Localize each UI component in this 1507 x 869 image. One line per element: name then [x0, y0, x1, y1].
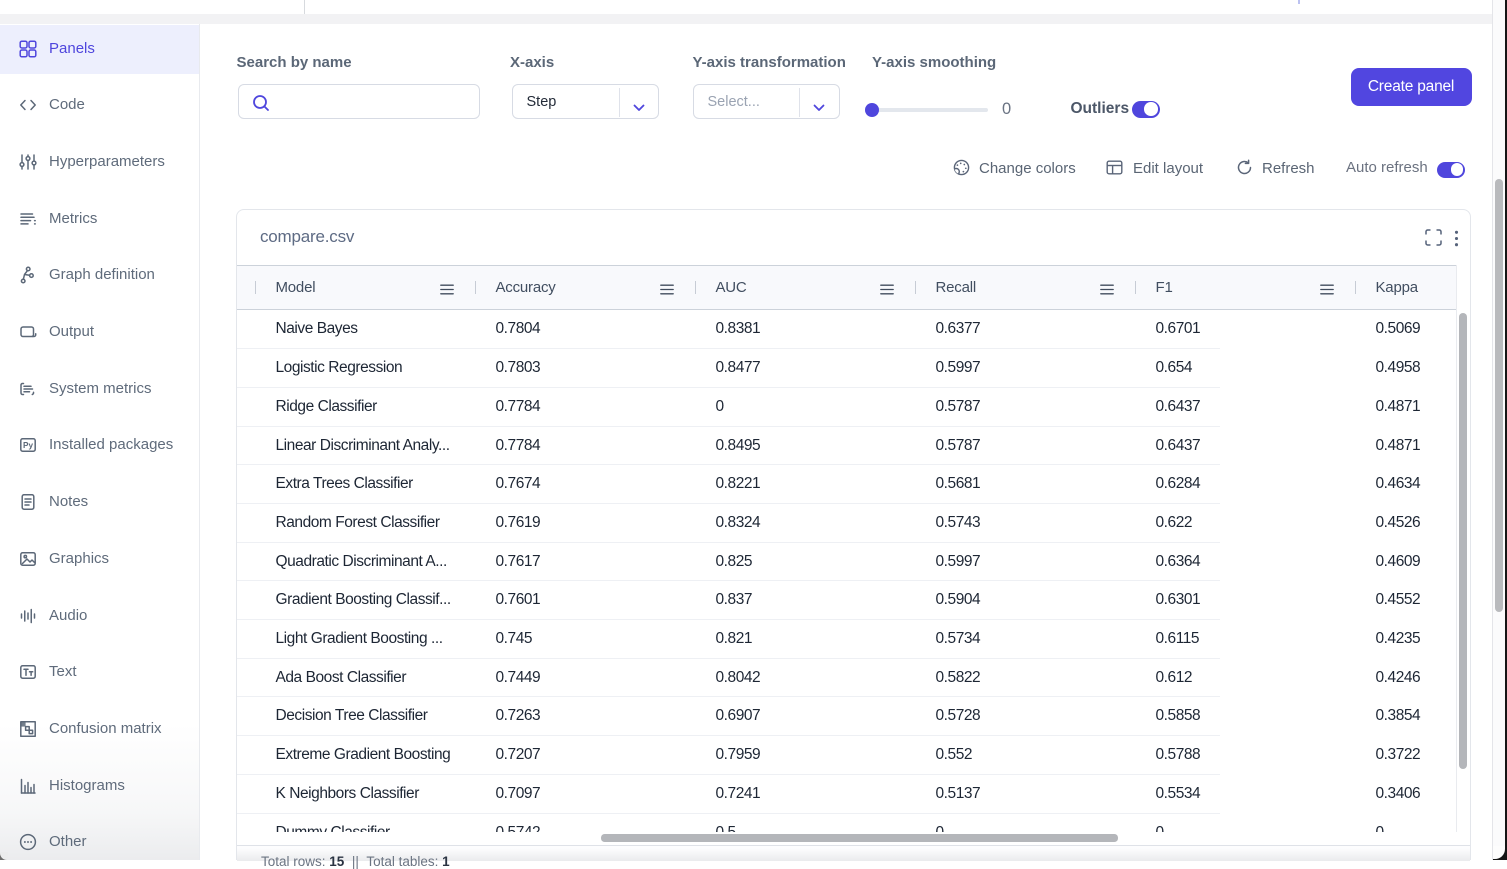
svg-text:Py: Py [22, 441, 32, 450]
